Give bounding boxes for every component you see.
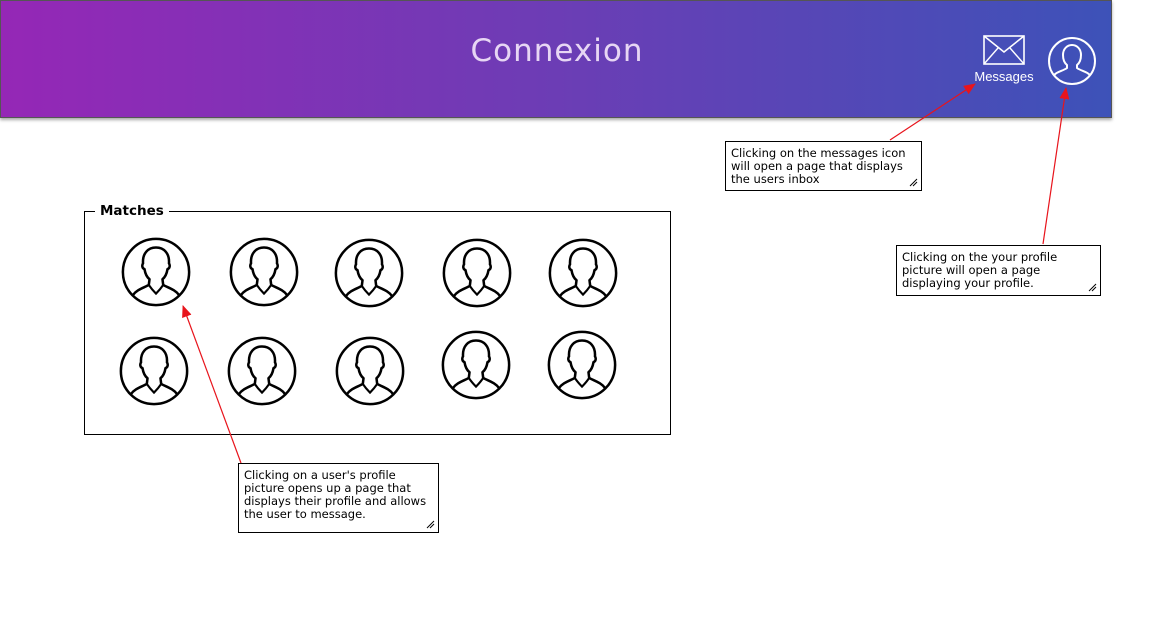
user-avatar-icon xyxy=(227,336,297,406)
match-profile-10[interactable] xyxy=(546,329,618,401)
matches-title: Matches xyxy=(95,203,169,219)
messages-label: Messages xyxy=(974,69,1034,84)
match-annotation-text: Clicking on a user's profile picture ope… xyxy=(244,468,427,521)
user-avatar-icon xyxy=(119,336,189,406)
messages-annotation: Clicking on the messages icon will open … xyxy=(725,141,922,191)
match-profile-9[interactable] xyxy=(440,329,512,401)
user-avatar-icon xyxy=(442,238,512,308)
match-profile-1[interactable] xyxy=(120,236,192,308)
match-annotation: Clicking on a user's profile picture ope… xyxy=(238,463,439,533)
profile-annotation: Clicking on the your profile picture wil… xyxy=(896,245,1101,296)
messages-button[interactable]: Messages xyxy=(971,35,1037,95)
messages-annotation-text: Clicking on the messages icon will open … xyxy=(731,146,906,186)
user-avatar-icon xyxy=(547,330,617,400)
app-title: Connexion xyxy=(470,33,644,69)
match-profile-8[interactable] xyxy=(334,335,406,407)
user-avatar-icon xyxy=(441,330,511,400)
my-profile-button[interactable] xyxy=(1047,36,1097,86)
match-profile-5[interactable] xyxy=(547,237,619,309)
match-profile-4[interactable] xyxy=(441,237,513,309)
match-profile-7[interactable] xyxy=(226,335,298,407)
match-profile-3[interactable] xyxy=(333,237,405,309)
user-avatar-icon xyxy=(334,238,404,308)
resize-grip-icon xyxy=(426,520,435,529)
envelope-icon xyxy=(983,35,1025,65)
app-header: Connexion Messages xyxy=(0,0,1112,118)
user-avatar-icon xyxy=(229,237,299,307)
user-avatar-icon xyxy=(548,238,618,308)
match-profile-6[interactable] xyxy=(118,335,190,407)
user-avatar-icon xyxy=(1048,37,1096,85)
user-avatar-icon xyxy=(335,336,405,406)
profile-annotation-text: Clicking on the your profile picture wil… xyxy=(902,250,1058,290)
resize-grip-icon xyxy=(1088,283,1097,292)
match-profile-2[interactable] xyxy=(228,236,300,308)
resize-grip-icon xyxy=(909,178,918,187)
user-avatar-icon xyxy=(121,237,191,307)
